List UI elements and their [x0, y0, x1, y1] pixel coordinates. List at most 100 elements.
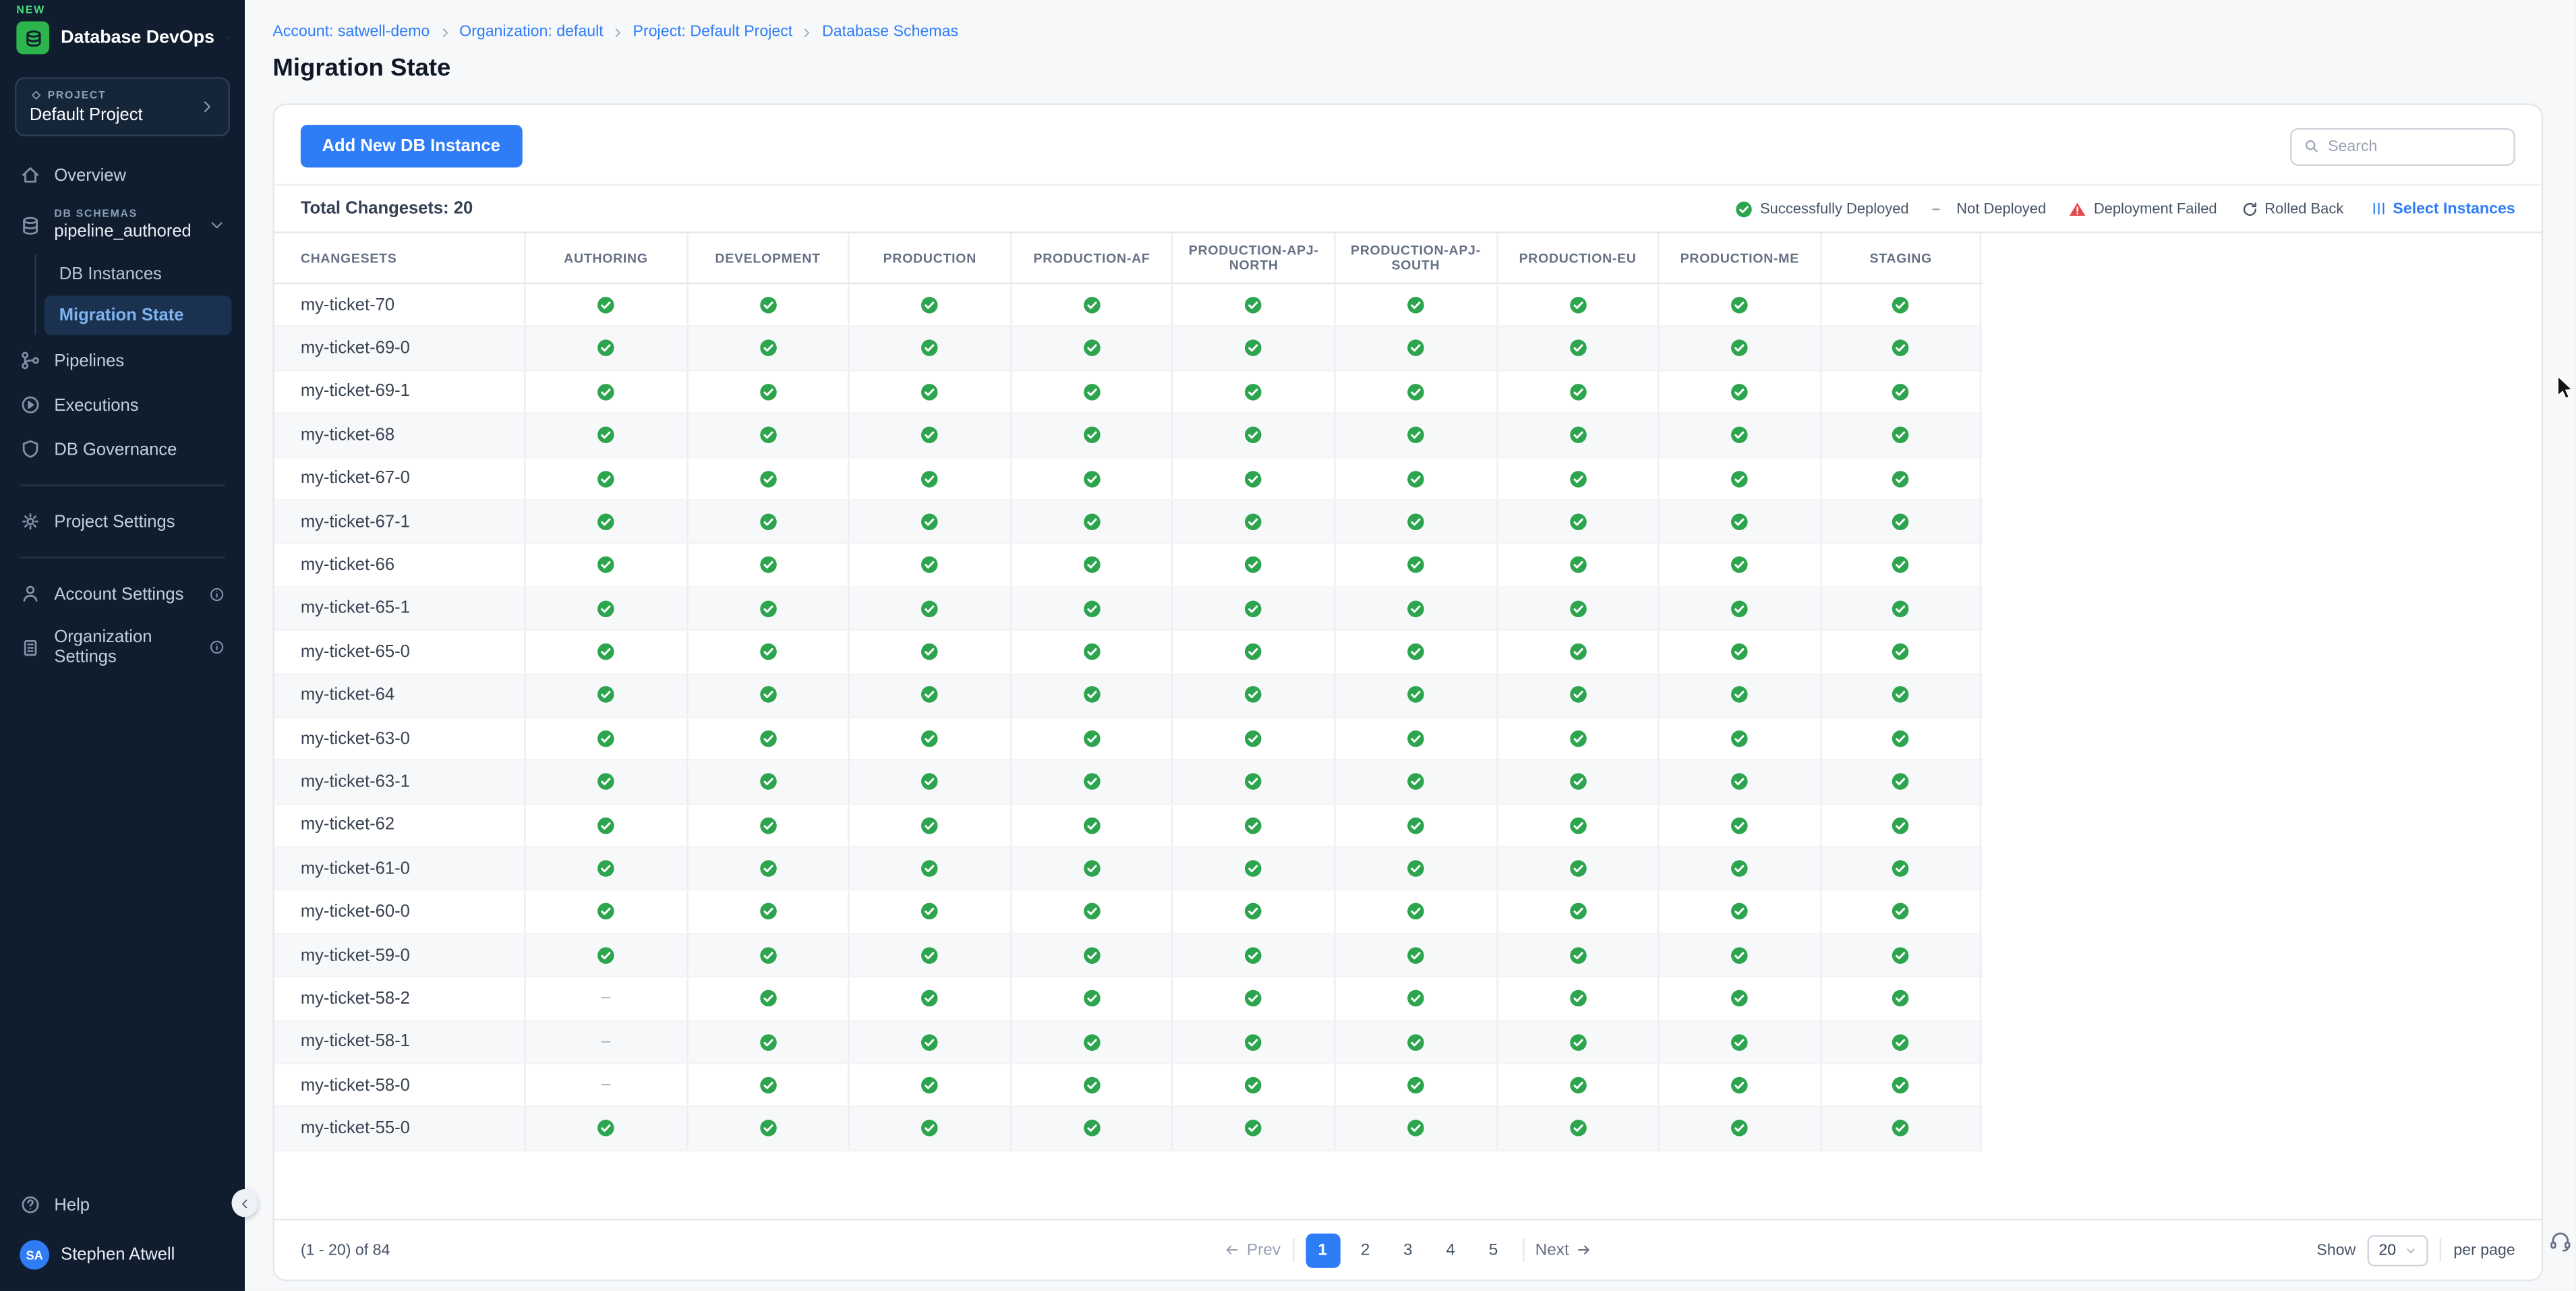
check-circle-icon [1406, 339, 1425, 357]
page-button-2[interactable]: 2 [1348, 1233, 1382, 1267]
status-deployed [1172, 761, 1334, 803]
breadcrumb-link[interactable]: Project: Default Project [633, 23, 793, 41]
status-deployed [524, 934, 686, 976]
table-row: my-ticket-68 [274, 414, 1983, 457]
status-deployed [1820, 891, 1982, 933]
check-circle-icon [920, 729, 939, 748]
status-deployed [1658, 891, 1820, 933]
sidebar-item-migration-state[interactable]: Migration State [45, 295, 232, 335]
check-circle-icon [596, 686, 615, 705]
check-circle-icon [1082, 1033, 1101, 1052]
status-deployed [524, 761, 686, 803]
status-deployed [1172, 891, 1334, 933]
sidebar: NEW Database DevOps PROJECT Default Proj… [0, 0, 245, 1291]
status-deployed [1820, 501, 1982, 543]
sidebar-item-organization-settings[interactable]: Organization Settings [0, 616, 245, 679]
table-row: my-ticket-63-1 [274, 761, 1983, 804]
check-circle-icon [596, 859, 615, 878]
sidebar-item-help[interactable]: Help [0, 1182, 245, 1227]
check-circle-icon [1730, 1076, 1749, 1095]
search-input[interactable] [2328, 137, 2502, 155]
support-widget-icon[interactable] [2548, 1228, 2573, 1253]
help-icon [20, 1194, 41, 1215]
check-circle-icon [1244, 512, 1263, 531]
breadcrumb-separator-icon [800, 26, 813, 38]
toolbar: Add New DB Instance [274, 105, 2542, 184]
check-circle-icon [1730, 772, 1749, 791]
status-deployed [1334, 675, 1496, 716]
organization-icon [20, 637, 41, 658]
breadcrumb-link[interactable]: Account: satwell-demo [272, 23, 430, 41]
status-deployed [686, 544, 848, 586]
check-circle-icon [759, 1033, 778, 1052]
page-button-5[interactable]: 5 [1476, 1233, 1511, 1267]
check-circle-icon [596, 729, 615, 748]
check-circle-icon [1406, 295, 1425, 314]
check-circle-icon [1569, 382, 1587, 401]
check-circle-icon [1244, 642, 1263, 661]
check-circle-icon [1406, 382, 1425, 401]
status-deployed [1010, 848, 1172, 890]
apps-grid-icon[interactable] [226, 28, 229, 47]
page-button-1[interactable]: 1 [1306, 1233, 1340, 1267]
summary-row: Total Changesets: 20 Successfully Deploy… [274, 184, 2542, 233]
table-row: my-ticket-69-1 [274, 371, 1983, 414]
status-deployed [686, 934, 848, 976]
add-db-instance-button[interactable]: Add New DB Instance [301, 125, 522, 167]
sidebar-item-executions[interactable]: Executions [0, 382, 245, 427]
breadcrumb: Account: satwell-demo Organization: defau… [272, 23, 2543, 41]
per-page-select[interactable]: 20 [2367, 1234, 2429, 1265]
check-circle-icon [1569, 512, 1587, 531]
check-circle-icon [1730, 339, 1749, 357]
sidebar-item-db-instances[interactable]: DB Instances [45, 254, 232, 293]
user-menu[interactable]: SA Stephen Atwell [0, 1227, 245, 1291]
check-circle-icon [596, 902, 615, 921]
check-circle-icon [1892, 989, 1910, 1008]
next-page-button[interactable]: Next [1535, 1241, 1592, 1259]
status-deployed [1172, 328, 1334, 370]
status-deployed [1010, 718, 1172, 759]
status-deployed [1172, 977, 1334, 1019]
table-header-row: CHANGESETSAUTHORINGDEVELOPMENTPRODUCTION… [274, 233, 1983, 284]
check-circle-icon [1244, 989, 1263, 1008]
sidebar-item-db-schemas[interactable]: DB SCHEMAS pipeline_authored [0, 197, 245, 253]
select-instances-button[interactable]: Select Instances [2370, 200, 2515, 218]
status-deployed [1334, 501, 1496, 543]
database-icon [20, 214, 41, 236]
check-circle-icon [920, 686, 939, 705]
changeset-name: my-ticket-62 [274, 804, 524, 846]
search-box[interactable] [2290, 127, 2515, 165]
check-circle-icon [1569, 686, 1587, 705]
page-button-3[interactable]: 3 [1391, 1233, 1425, 1267]
check-circle-icon [1730, 1119, 1749, 1138]
status-deployed [1820, 414, 1982, 456]
sidebar-item-project-settings[interactable]: Project Settings [0, 499, 245, 544]
page-button-4[interactable]: 4 [1434, 1233, 1468, 1267]
changeset-name: my-ticket-63-1 [274, 761, 524, 803]
sidebar-collapse-button[interactable] [232, 1189, 258, 1217]
status-deployed [1172, 1108, 1334, 1149]
sidebar-item-db-governance[interactable]: DB Governance [0, 427, 245, 471]
check-circle-icon [920, 426, 939, 444]
changeset-name: my-ticket-58-0 [274, 1064, 524, 1106]
check-circle-icon [759, 859, 778, 878]
status-deployed [686, 631, 848, 672]
sidebar-item-overview[interactable]: Overview [0, 152, 245, 197]
check-circle-icon [920, 382, 939, 401]
status-deployed [1658, 1064, 1820, 1106]
status-deployed [1172, 934, 1334, 976]
app-title: Database DevOps [61, 28, 214, 47]
sidebar-item-account-settings[interactable]: Account Settings [0, 571, 245, 616]
sidebar-item-pipelines[interactable]: Pipelines [0, 339, 245, 383]
divider [20, 556, 225, 558]
sidebar-bottom: Help SA Stephen Atwell [0, 1182, 245, 1291]
table-row: my-ticket-61-0 [274, 848, 1983, 891]
status-deployed [1010, 587, 1172, 629]
breadcrumb-link[interactable]: Database Schemas [822, 23, 958, 41]
prev-page-button[interactable]: Prev [1224, 1241, 1281, 1259]
check-circle-icon [1406, 859, 1425, 878]
status-deployed [1820, 977, 1982, 1019]
breadcrumb-link[interactable]: Organization: default [459, 23, 604, 41]
project-selector[interactable]: PROJECT Default Project [15, 77, 230, 136]
status-deployed [1334, 718, 1496, 759]
